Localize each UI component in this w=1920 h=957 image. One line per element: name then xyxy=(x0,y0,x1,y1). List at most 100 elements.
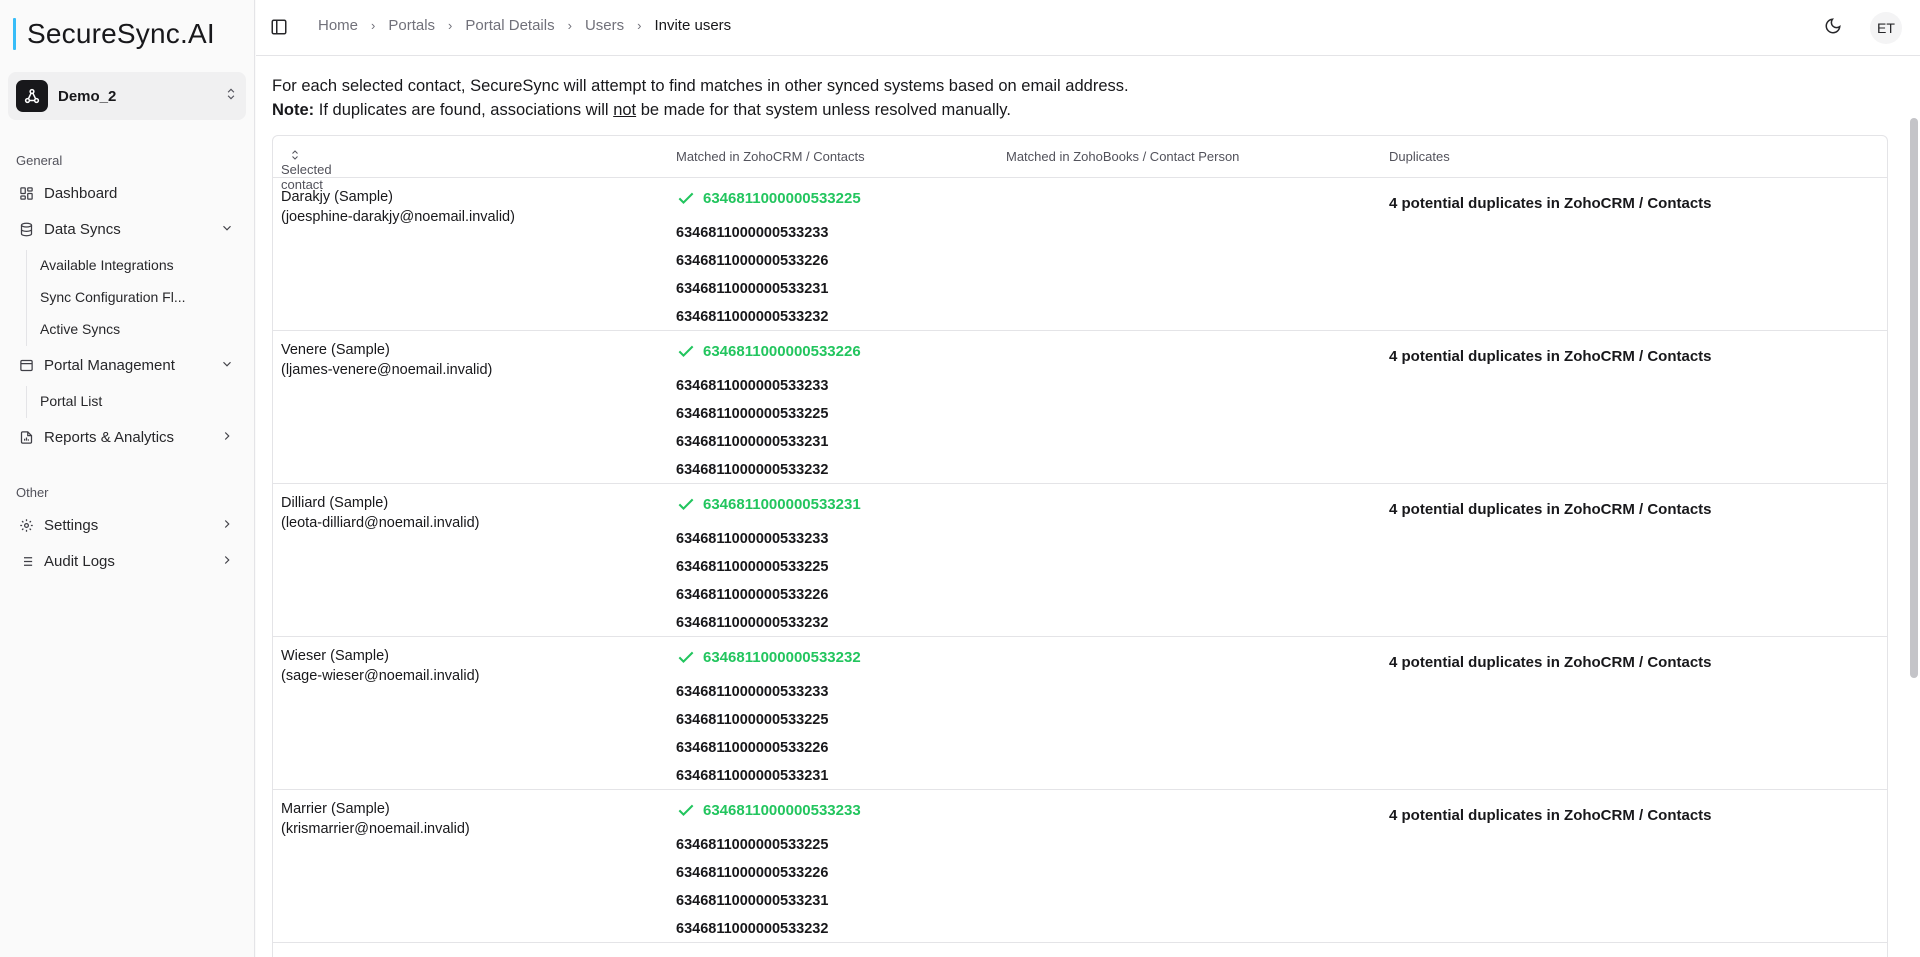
sidebar-item-portal-management[interactable]: Portal Management xyxy=(8,349,246,381)
sidebar-item-active-syncs[interactable]: Active Syncs xyxy=(40,315,120,343)
workspace-name: Demo_2 xyxy=(58,87,117,105)
matched-record[interactable]: 6346811000000533232 xyxy=(676,647,861,667)
matched-record[interactable]: 6346811000000533231 xyxy=(676,494,861,514)
duplicate-id[interactable]: 6346811000000533226 xyxy=(676,734,828,762)
duplicate-id[interactable]: 6346811000000533233 xyxy=(676,525,828,553)
chevrons-up-down-icon xyxy=(224,87,238,106)
column-header-contact[interactable]: Selected contact xyxy=(281,149,332,192)
duplicate-id[interactable]: 6346811000000533232 xyxy=(676,456,828,484)
breadcrumb-portals[interactable]: Portals xyxy=(388,17,435,34)
duplicate-id-list: 6346811000000533233 6346811000000533225 63… xyxy=(676,372,828,484)
note-label: Note: xyxy=(272,101,315,119)
breadcrumb-portal-details[interactable]: Portal Details xyxy=(465,17,554,34)
contact-cell: Venere (Sample) (ljames-venere@noemail.i… xyxy=(281,340,492,380)
audit-icon xyxy=(18,553,34,569)
section-label-other: Other xyxy=(16,485,49,500)
sidebar-item-portal-list[interactable]: Portal List xyxy=(40,387,102,415)
settings-icon xyxy=(18,517,34,533)
note-text-not: not xyxy=(613,101,637,119)
matched-record[interactable]: 6346811000000533225 xyxy=(676,188,861,208)
sidebar-item-label: Audit Logs xyxy=(44,552,115,570)
table-row: Marrier (Sample) (krismarrier@noemail.in… xyxy=(273,790,1887,943)
sidebar-toggle-icon[interactable] xyxy=(270,18,288,36)
submenu-divider xyxy=(26,250,27,346)
check-icon xyxy=(678,192,694,205)
chevron-right-icon xyxy=(220,429,234,447)
page-description: For each selected contact, SecureSync wi… xyxy=(272,74,1129,122)
sidebar-item-audit-logs[interactable]: Audit Logs xyxy=(8,545,246,577)
section-label-general: General xyxy=(16,153,63,168)
sidebar-item-label: Data Syncs xyxy=(44,220,121,238)
brand-logo[interactable]: SecureSync.AI xyxy=(13,16,215,52)
sidebar-item-label: Portal Management xyxy=(44,356,175,374)
contact-name: Dilliard (Sample) xyxy=(281,495,389,511)
avatar[interactable]: ET xyxy=(1870,12,1902,44)
table-row: Dilliard (Sample) (leota-dilliard@noemai… xyxy=(273,484,1887,637)
sidebar-item-settings[interactable]: Settings xyxy=(8,509,246,541)
contact-name: Marrier (Sample) xyxy=(281,801,390,817)
duplicate-id[interactable]: 6346811000000533232 xyxy=(676,609,828,637)
column-header-zohocrm: Matched in ZohoCRM / Contacts xyxy=(676,149,865,164)
chevron-right-icon: › xyxy=(567,18,572,33)
chevron-down-icon xyxy=(220,357,234,375)
duplicate-id[interactable]: 6346811000000533225 xyxy=(676,831,828,859)
duplicate-id-list: 6346811000000533225 6346811000000533226 63… xyxy=(676,831,828,943)
breadcrumb-current: Invite users xyxy=(654,17,732,34)
duplicate-id-list: 6346811000000533233 6346811000000533225 63… xyxy=(676,678,828,790)
duplicate-id[interactable]: 6346811000000533233 xyxy=(676,678,828,706)
duplicate-id[interactable]: 6346811000000533232 xyxy=(676,303,828,331)
sidebar-item-label: Settings xyxy=(44,516,99,534)
column-header-duplicates: Duplicates xyxy=(1389,149,1450,164)
breadcrumb-users[interactable]: Users xyxy=(585,17,624,34)
note-text-pre: If duplicates are found, associations wi… xyxy=(318,101,609,119)
sidebar-item-label: Reports & Analytics xyxy=(44,428,175,446)
duplicate-id[interactable]: 6346811000000533226 xyxy=(676,247,828,275)
breadcrumb: Home › Portals › Portal Details › Users … xyxy=(318,17,731,34)
contact-cell: Wieser (Sample) (sage-wieser@noemail.inv… xyxy=(281,646,479,686)
contact-email: (leota-dilliard@noemail.invalid) xyxy=(281,515,480,531)
reports-icon xyxy=(18,429,34,445)
duplicate-id[interactable]: 6346811000000533226 xyxy=(676,859,828,887)
scrollbar[interactable] xyxy=(1910,118,1918,678)
check-icon xyxy=(678,345,694,358)
matched-record[interactable]: 6346811000000533226 xyxy=(676,341,861,361)
duplicates-summary: 4 potential duplicates in ZohoCRM / Cont… xyxy=(1389,195,1712,212)
matched-id: 6346811000000533233 xyxy=(703,801,861,819)
dashboard-icon xyxy=(18,185,34,201)
duplicate-id[interactable]: 6346811000000533233 xyxy=(676,372,828,400)
duplicate-id[interactable]: 6346811000000533231 xyxy=(676,275,828,303)
workspace-switcher[interactable]: Demo_2 xyxy=(8,72,246,120)
sidebar-item-data-syncs[interactable]: Data Syncs xyxy=(8,213,246,245)
sidebar-item-sync-configuration[interactable]: Sync Configuration Fl... xyxy=(40,283,186,311)
main-content: Home › Portals › Portal Details › Users … xyxy=(256,0,1920,957)
duplicate-id[interactable]: 6346811000000533226 xyxy=(676,581,828,609)
chevron-right-icon xyxy=(220,553,234,571)
sidebar: SecureSync.AI Demo_2 General Dashboard D… xyxy=(0,0,255,957)
description-note: Note: If duplicates are found, associati… xyxy=(272,98,1129,122)
chevron-right-icon: › xyxy=(448,18,453,33)
sidebar-item-available-integrations[interactable]: Available Integrations xyxy=(40,251,174,279)
contact-email: (joesphine-darakjy@noemail.invalid) xyxy=(281,209,515,225)
breadcrumb-home[interactable]: Home xyxy=(318,17,358,34)
sidebar-item-dashboard[interactable]: Dashboard xyxy=(8,177,246,209)
duplicate-id-list: 6346811000000533233 6346811000000533225 63… xyxy=(676,525,828,637)
portal-icon xyxy=(18,357,34,373)
duplicate-id[interactable]: 6346811000000533225 xyxy=(676,400,828,428)
database-icon xyxy=(18,221,34,237)
duplicate-id[interactable]: 6346811000000533231 xyxy=(676,762,828,790)
duplicates-summary: 4 potential duplicates in ZohoCRM / Cont… xyxy=(1389,654,1712,671)
moon-icon[interactable] xyxy=(1824,17,1844,37)
contacts-table: Selected contact Matched in ZohoCRM / Co… xyxy=(272,135,1888,957)
sidebar-item-reports[interactable]: Reports & Analytics xyxy=(8,421,246,453)
check-icon xyxy=(678,498,694,511)
duplicate-id[interactable]: 6346811000000533231 xyxy=(676,887,828,915)
sidebar-item-label: Dashboard xyxy=(44,184,118,202)
duplicate-id[interactable]: 6346811000000533225 xyxy=(676,706,828,734)
duplicate-id[interactable]: 6346811000000533233 xyxy=(676,219,828,247)
matched-record[interactable]: 6346811000000533233 xyxy=(676,800,861,820)
duplicate-id[interactable]: 6346811000000533231 xyxy=(676,428,828,456)
check-icon xyxy=(678,651,694,664)
duplicate-id[interactable]: 6346811000000533225 xyxy=(676,553,828,581)
contact-email: (krismarrier@noemail.invalid) xyxy=(281,821,470,837)
duplicate-id[interactable]: 6346811000000533232 xyxy=(676,915,828,943)
